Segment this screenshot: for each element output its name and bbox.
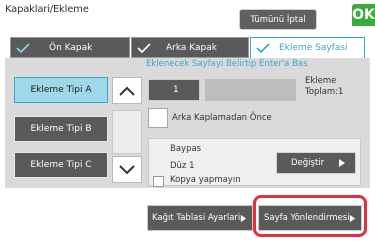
check-icon (132, 42, 156, 53)
tab-label: Ön Kapak (49, 42, 93, 53)
chevron-down-icon (119, 164, 135, 174)
before-back-cover-checkbox[interactable] (148, 108, 168, 128)
insertion-type-c-button[interactable]: Ekleme Tipi C (14, 152, 108, 178)
tab-label: Arka Kapak (166, 42, 217, 53)
paper-tray-value: Baypas (170, 144, 202, 154)
insertion-type-a-button[interactable]: Ekleme Tipi A (14, 77, 108, 103)
change-button[interactable]: Değiştir (276, 152, 356, 174)
before-back-cover-label: Arka Kaplamadan Önce (172, 113, 272, 123)
change-button-label: Değiştir (291, 158, 325, 168)
tab-insertion-page[interactable]: Ekleme Sayfasi (250, 37, 365, 58)
paper-tray-settings-button[interactable]: Kağıt Tablasi Ayarlari (147, 205, 253, 231)
cancel-all-button[interactable]: Tümünü İptal (239, 9, 317, 30)
instruction-hint: Eklenecek Sayfayi Belirtip Enter'a Bas (146, 59, 308, 69)
total-label-line1: Ekleme (305, 76, 337, 86)
page-orientation-button[interactable]: Sayfa Yönlendirmesi (258, 205, 362, 231)
page-number-extra-field[interactable] (205, 79, 296, 101)
paper-side-value: Düz 1 (170, 161, 195, 171)
page-number-field[interactable]: 1 (148, 79, 200, 101)
check-icon (251, 43, 275, 53)
arrow-right-icon (339, 159, 345, 167)
copy-mode-value: Kopya yapmayın (170, 175, 241, 185)
arrow-right-icon (240, 214, 247, 223)
chevron-up-icon (119, 86, 135, 96)
arrow-right-icon (349, 214, 356, 223)
scroll-down-button[interactable] (112, 156, 142, 183)
scroll-track[interactable] (112, 110, 142, 154)
tab-front-cover[interactable]: Ön Kapak (10, 37, 130, 58)
insertion-type-b-button[interactable]: Ekleme Tipi B (14, 116, 108, 142)
insertion-total-label: Ekleme Toplam:1 (305, 76, 343, 98)
ok-button[interactable]: OK (352, 4, 375, 26)
check-icon (11, 42, 35, 53)
copy-icon (153, 176, 164, 187)
page-title: Kapaklari/Ekleme (5, 4, 89, 15)
paper-tray-settings-label: Kağıt Tablasi Ayarlari (152, 213, 241, 223)
page-orientation-label: Sayfa Yönlendirmesi (264, 213, 350, 223)
insertion-settings-screen: Kapaklari/Ekleme Tümünü İptal OK Ön Kapa… (0, 0, 375, 241)
scroll-up-button[interactable] (112, 77, 142, 104)
total-label-line2: Toplam:1 (305, 87, 344, 97)
tab-label: Ekleme Sayfasi (279, 43, 348, 53)
tab-back-cover[interactable]: Arka Kapak (131, 37, 249, 58)
